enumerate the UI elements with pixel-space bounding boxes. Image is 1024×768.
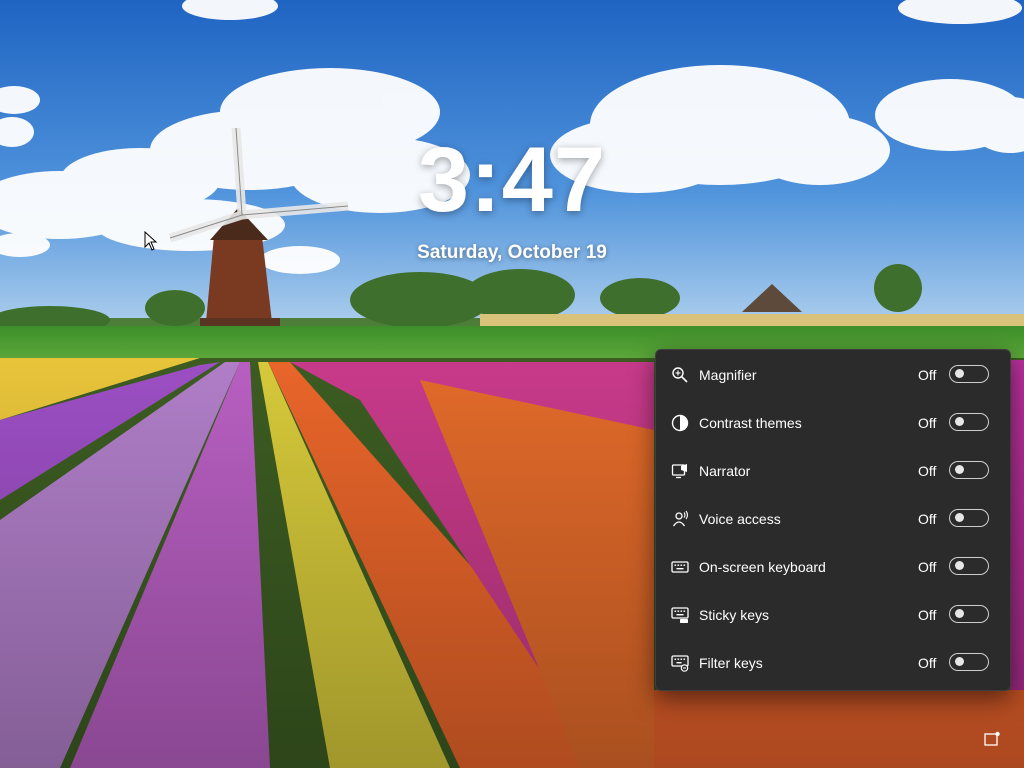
a11y-item-label: Voice access xyxy=(699,511,781,527)
narrator-toggle[interactable] xyxy=(949,461,989,479)
contrast-themes-toggle[interactable] xyxy=(949,413,989,431)
a11y-item-label: Narrator xyxy=(699,463,751,479)
a11y-item-magnifier[interactable]: Magnifier Off xyxy=(656,351,1010,399)
a11y-item-state: Off xyxy=(918,415,937,431)
a11y-item-sticky-keys[interactable]: Sticky keys Off xyxy=(656,591,1010,639)
a11y-item-narrator[interactable]: Narrator Off xyxy=(656,447,1010,495)
sticky-keys-toggle[interactable] xyxy=(949,605,989,623)
accessibility-icon[interactable] xyxy=(984,731,1002,747)
contrast-icon xyxy=(670,413,690,433)
narrator-icon xyxy=(670,461,690,481)
filter-keys-toggle[interactable] xyxy=(949,653,989,671)
a11y-item-voice-access[interactable]: Voice access Off xyxy=(656,495,1010,543)
accessibility-quick-settings-panel: Magnifier Off Contrast themes Off Narrat… xyxy=(655,349,1011,691)
a11y-item-state: Off xyxy=(918,655,937,671)
a11y-item-label: Magnifier xyxy=(699,367,757,383)
a11y-item-label: Filter keys xyxy=(699,655,763,671)
voice-access-toggle[interactable] xyxy=(949,509,989,527)
filter-keys-icon xyxy=(670,653,690,673)
a11y-item-label: Sticky keys xyxy=(699,607,770,623)
a11y-item-state: Off xyxy=(918,607,937,623)
a11y-item-label: On-screen keyboard xyxy=(699,559,826,575)
lockscreen-clock: 3:47 xyxy=(417,129,607,231)
a11y-item-state: Off xyxy=(918,463,937,479)
magnifier-toggle[interactable] xyxy=(949,365,989,383)
a11y-item-filter-keys[interactable]: Filter keys Off xyxy=(656,639,1010,687)
a11y-item-on-screen-keyboard[interactable]: On-screen keyboard Off xyxy=(656,543,1010,591)
sticky-keys-icon xyxy=(670,605,690,625)
voice-access-icon xyxy=(670,509,690,529)
a11y-item-state: Off xyxy=(918,511,937,527)
keyboard-icon xyxy=(670,557,690,577)
a11y-item-state: Off xyxy=(918,559,937,575)
a11y-item-contrast-themes[interactable]: Contrast themes Off xyxy=(656,399,1010,447)
a11y-item-state: Off xyxy=(918,367,937,383)
a11y-item-label: Contrast themes xyxy=(699,415,802,431)
magnifier-icon xyxy=(670,365,690,385)
on-screen-keyboard-toggle[interactable] xyxy=(949,557,989,575)
mouse-pointer-icon xyxy=(144,231,158,251)
